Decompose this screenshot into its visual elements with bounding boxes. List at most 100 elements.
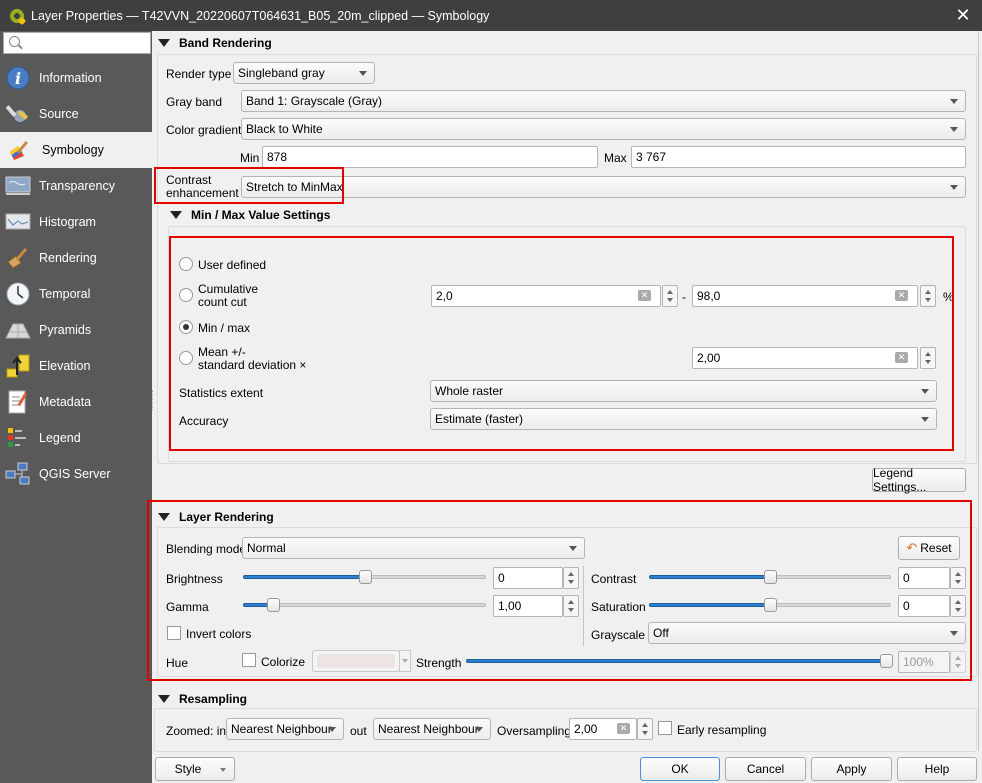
contrast-label: Contrast <box>591 572 637 586</box>
sidebar-item-elevation[interactable]: Elevation <box>0 348 152 384</box>
min-max-radio[interactable] <box>179 320 193 334</box>
sidebar-item-histogram[interactable]: Histogram <box>0 204 152 240</box>
grayscale-select[interactable]: Off <box>648 622 966 644</box>
mean-line2: standard deviation × <box>198 358 307 372</box>
min-input[interactable]: 878 <box>262 146 598 168</box>
sidebar-item-pyramids[interactable]: Pyramids <box>0 312 152 348</box>
min-value: 878 <box>267 150 288 164</box>
contrast-input[interactable]: 0 <box>898 567 950 589</box>
section-title: Layer Rendering <box>179 510 274 524</box>
strength-spinner[interactable] <box>950 651 966 673</box>
render-type-select[interactable]: Singleband gray <box>233 62 375 84</box>
statistics-extent-select[interactable]: Whole raster <box>430 380 937 402</box>
sidebar-item-temporal[interactable]: Temporal <box>0 276 152 312</box>
oversampling-spinner[interactable] <box>637 718 653 740</box>
ok-button[interactable]: OK <box>640 757 720 781</box>
colorize-checkbox[interactable] <box>242 653 256 667</box>
sidebar-item-transparency[interactable]: Transparency <box>0 168 152 204</box>
sidebar-item-label: QGIS Server <box>39 467 111 481</box>
oversampling-input[interactable]: 2,00 ✕ <box>569 718 637 740</box>
legend-settings-button[interactable]: Legend Settings... <box>872 466 966 494</box>
color-gradient-select[interactable]: Black to White <box>241 118 966 140</box>
sidebar-item-symbology[interactable]: Symbology <box>0 132 152 168</box>
gamma-slider[interactable] <box>243 597 486 613</box>
slider-handle[interactable] <box>880 654 893 668</box>
apply-button[interactable]: Apply <box>811 757 892 781</box>
render-type-value: Singleband gray <box>238 66 325 80</box>
strength-slider[interactable] <box>466 653 893 669</box>
contrast-enhancement-select[interactable]: Stretch to MinMax <box>241 176 966 198</box>
brightness-spinner[interactable] <box>563 567 579 589</box>
blending-mode-label: Blending mode <box>166 542 247 556</box>
clear-icon[interactable]: ✕ <box>895 352 908 363</box>
collapse-triangle-icon <box>170 211 182 219</box>
sidebar-item-label: Metadata <box>39 395 92 409</box>
saturation-input[interactable]: 0 <box>898 595 950 617</box>
hue-label: Hue <box>166 656 189 670</box>
chevron-down-icon <box>220 768 226 772</box>
zoomed-out-value: Nearest Neighbour <box>378 722 479 736</box>
section-title: Band Rendering <box>179 36 272 50</box>
clear-icon[interactable]: ✕ <box>895 290 908 301</box>
layer-rendering-header[interactable]: Layer Rendering <box>158 510 274 524</box>
resampling-header[interactable]: Resampling <box>158 692 247 706</box>
zoomed-out-select[interactable]: Nearest Neighbour <box>373 718 491 740</box>
invert-colors-checkbox[interactable] <box>167 626 181 640</box>
clear-icon[interactable]: ✕ <box>617 723 630 734</box>
slider-handle[interactable] <box>764 570 777 584</box>
accuracy-select[interactable]: Estimate (faster) <box>430 408 937 430</box>
zoomed-in-select[interactable]: Nearest Neighbour <box>226 718 344 740</box>
chevron-down-icon <box>569 546 577 551</box>
reset-button[interactable]: ↶ Reset <box>898 536 960 560</box>
clear-icon[interactable]: ✕ <box>638 290 651 301</box>
sidebar-search-input[interactable] <box>3 32 151 54</box>
sidebar-item-metadata[interactable]: Metadata <box>0 384 152 420</box>
slider-handle[interactable] <box>359 570 372 584</box>
section-title: Min / Max Value Settings <box>191 208 331 222</box>
gamma-spinner[interactable] <box>563 595 579 617</box>
blending-mode-select[interactable]: Normal <box>242 537 585 559</box>
saturation-spinner[interactable] <box>950 595 966 617</box>
help-button[interactable]: Help <box>897 757 977 781</box>
stddev-input[interactable]: 2,00 ✕ <box>692 347 918 369</box>
early-resampling-checkbox[interactable] <box>658 721 672 735</box>
contrast-enhancement-value: Stretch to MinMax <box>246 180 343 194</box>
colorize-color-dropdown[interactable] <box>399 650 411 672</box>
gamma-input[interactable]: 1,00 <box>493 595 563 617</box>
sidebar-item-qgis-server[interactable]: QGIS Server <box>0 456 152 492</box>
mean-stddev-radio[interactable] <box>179 351 193 365</box>
cumulative-low-spinner[interactable] <box>662 285 678 307</box>
brightness-input[interactable]: 0 <box>493 567 563 589</box>
max-input[interactable]: 3 767 <box>631 146 966 168</box>
gray-band-select[interactable]: Band 1: Grayscale (Gray) <box>241 90 966 112</box>
brightness-slider[interactable] <box>243 569 486 585</box>
cumulative-high-spinner[interactable] <box>920 285 936 307</box>
metadata-icon <box>5 389 31 415</box>
band-rendering-header[interactable]: Band Rendering <box>158 36 272 50</box>
cumulative-low-input[interactable]: 2,0 ✕ <box>431 285 661 307</box>
splitter-handle[interactable] <box>152 390 154 410</box>
elevation-icon <box>5 353 31 379</box>
sidebar-item-information[interactable]: i Information <box>0 60 152 96</box>
cancel-button[interactable]: Cancel <box>725 757 806 781</box>
sidebar-item-rendering[interactable]: Rendering <box>0 240 152 276</box>
sidebar-item-source[interactable]: Source <box>0 96 152 132</box>
colorize-color-button[interactable] <box>312 650 400 672</box>
contrast-slider[interactable] <box>649 569 891 585</box>
mean-line1: Mean +/- <box>198 345 246 359</box>
user-defined-radio[interactable] <box>179 257 193 271</box>
stddev-spinner[interactable] <box>920 347 936 369</box>
slider-handle[interactable] <box>764 598 777 612</box>
style-button[interactable]: Style <box>155 757 235 781</box>
cumulative-count-cut-radio[interactable] <box>179 288 193 302</box>
slider-handle[interactable] <box>267 598 280 612</box>
close-icon[interactable]: ✕ <box>954 6 972 24</box>
saturation-slider[interactable] <box>649 597 891 613</box>
sidebar-item-legend[interactable]: Legend <box>0 420 152 456</box>
minmax-settings-header[interactable]: Min / Max Value Settings <box>170 208 330 222</box>
contrast-spinner[interactable] <box>950 567 966 589</box>
cumulative-high-input[interactable]: 98,0 ✕ <box>692 285 918 307</box>
saturation-value: 0 <box>903 599 910 613</box>
reset-label: Reset <box>920 541 952 555</box>
strength-input[interactable]: 100% <box>898 651 950 673</box>
